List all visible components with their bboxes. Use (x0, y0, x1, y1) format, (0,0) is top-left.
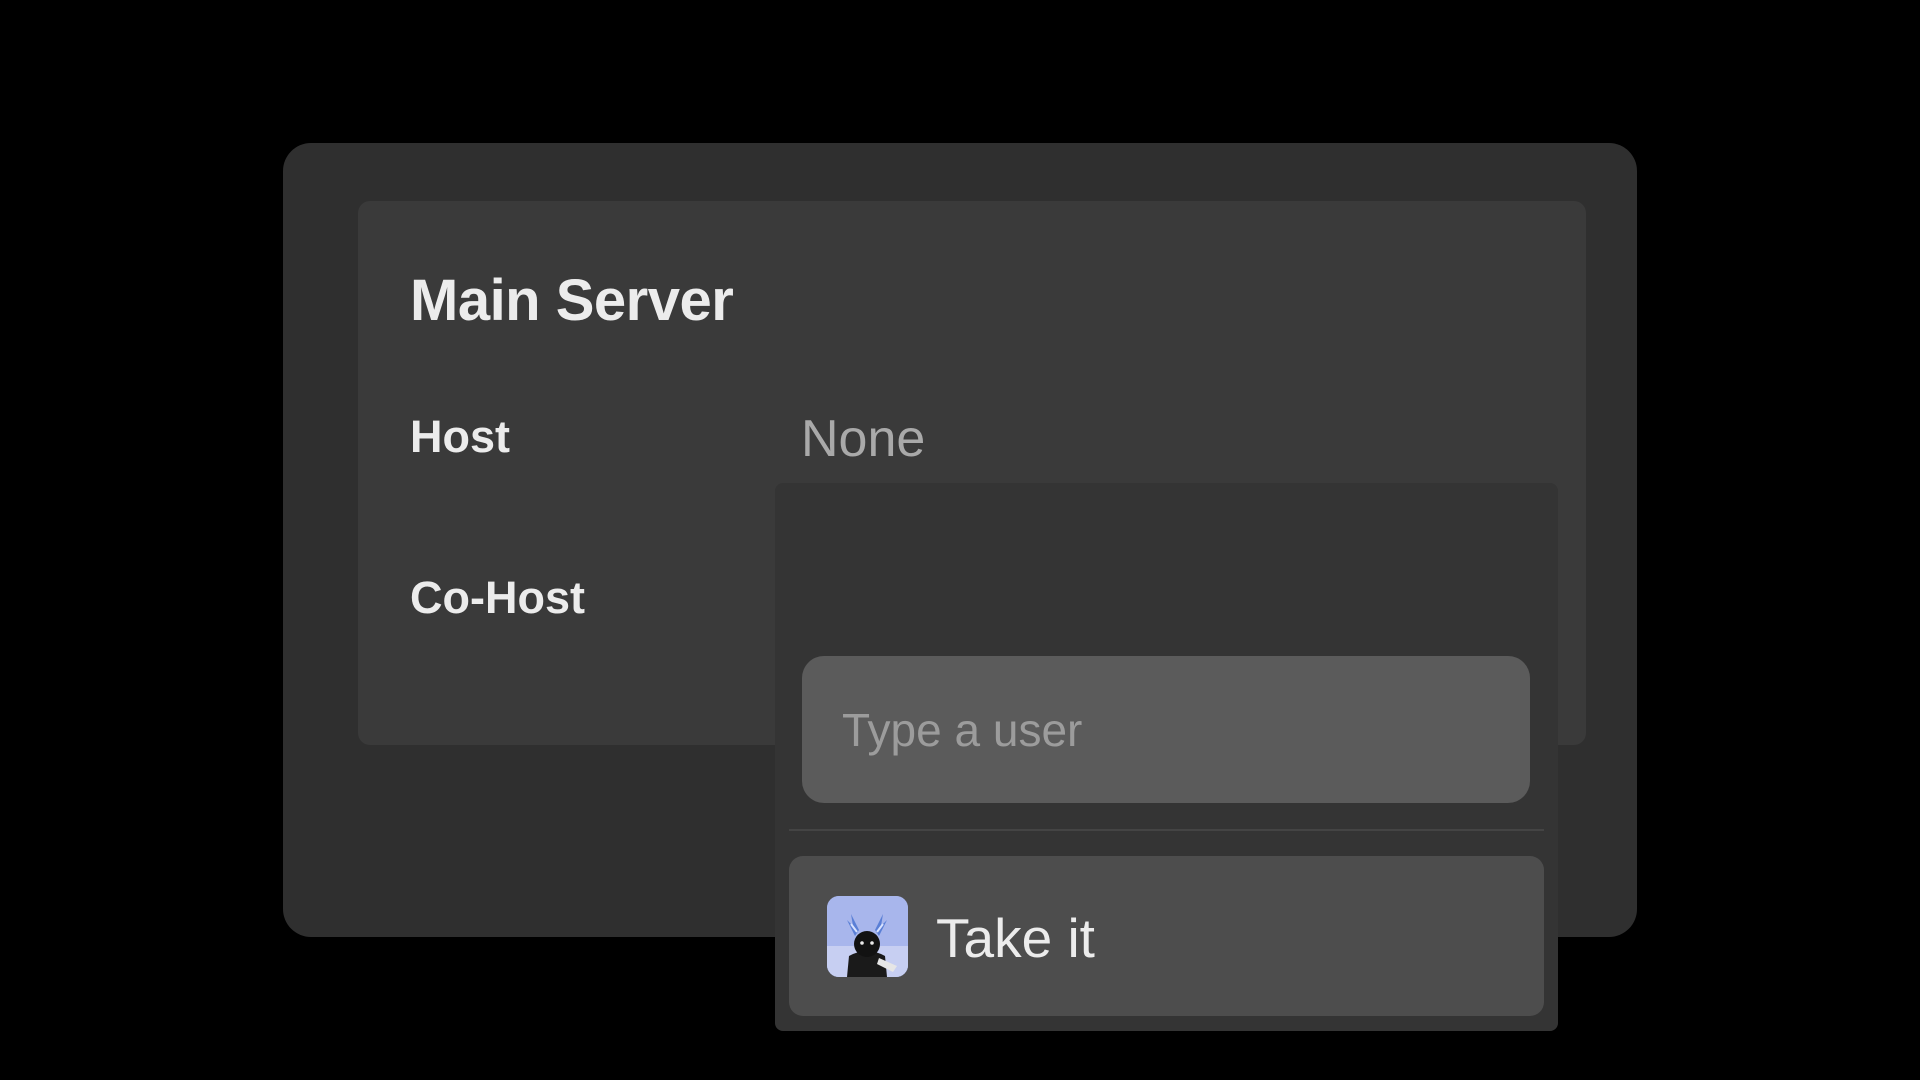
host-value: None (801, 410, 926, 468)
host-label: Host (410, 411, 510, 462)
cohost-label: Co-Host (410, 572, 585, 623)
server-title: Main Server (410, 268, 734, 333)
dropdown-divider (789, 829, 1544, 831)
user-avatar-icon (827, 896, 908, 977)
user-option-label: Take it (936, 907, 1095, 969)
user-search-input[interactable] (802, 656, 1530, 803)
settings-panel: Main Server Host None Co-Host Type a use… (283, 143, 1637, 1031)
user-picker-dropdown: Take it (775, 483, 1558, 1031)
user-option[interactable]: Take it (789, 856, 1544, 1016)
